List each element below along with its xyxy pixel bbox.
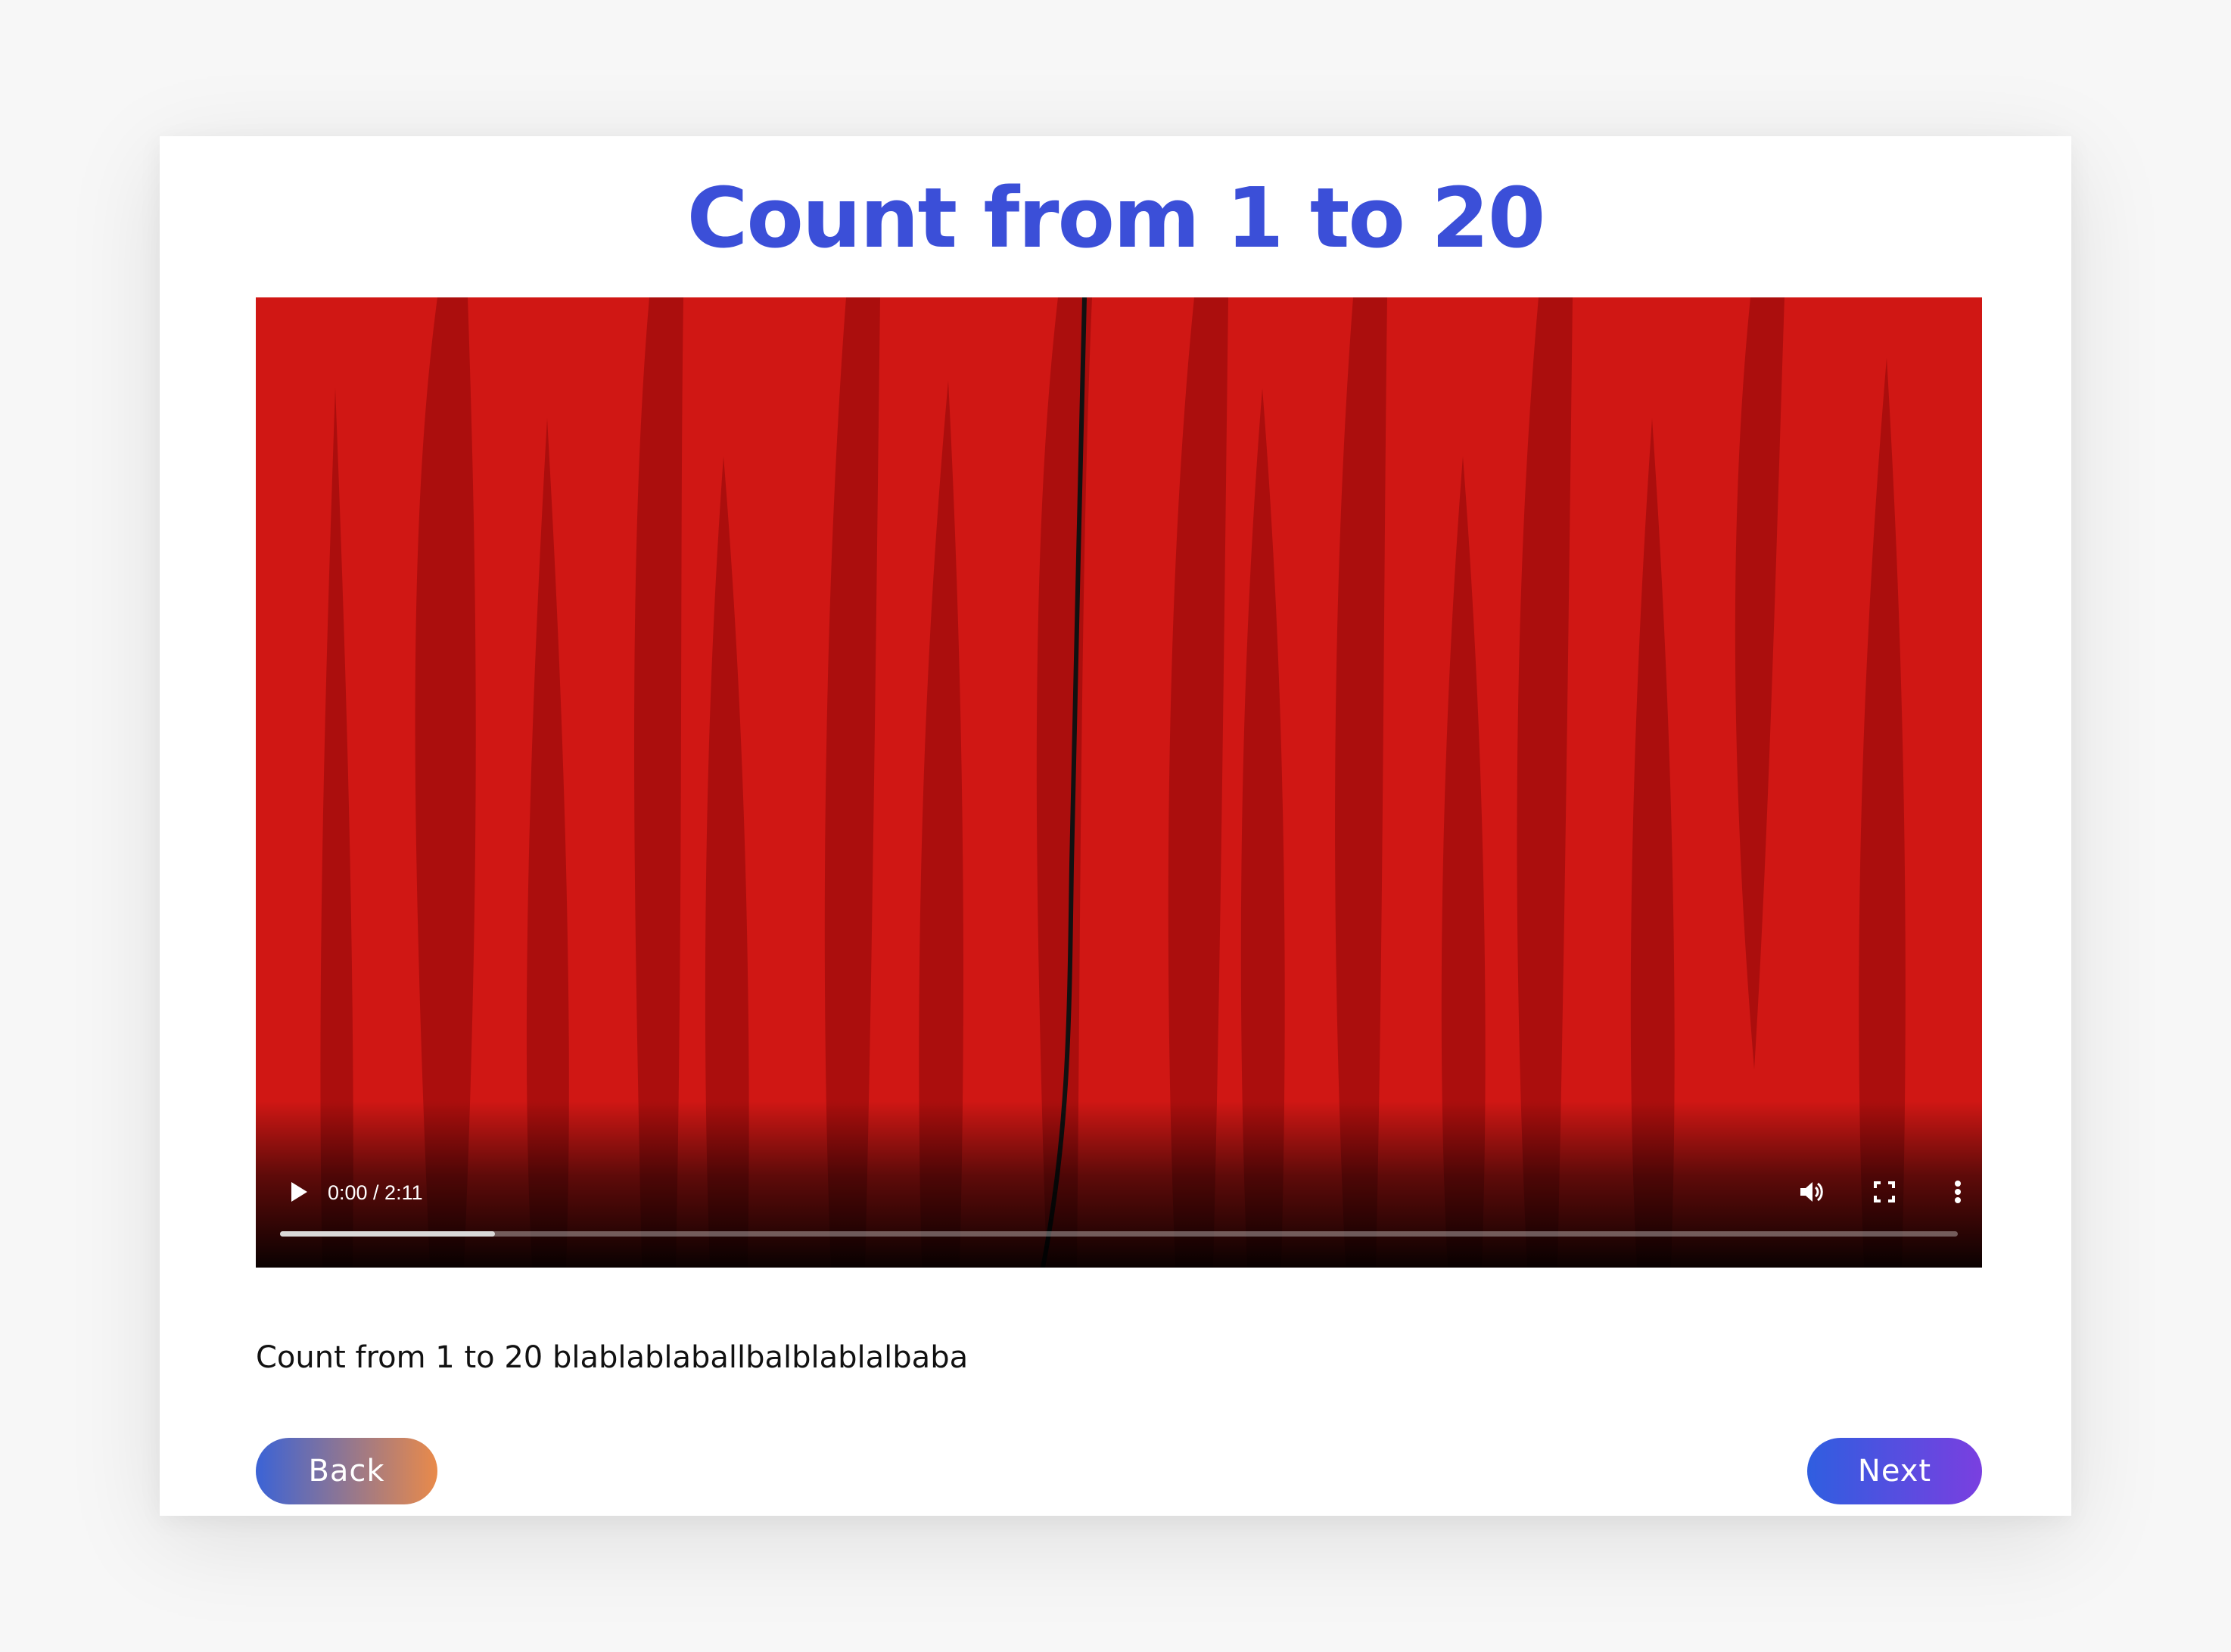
back-button[interactable]: Back	[256, 1438, 437, 1504]
buffered-progress	[280, 1231, 495, 1237]
play-button[interactable]	[278, 1171, 319, 1212]
lesson-card: Count from 1 to 20 0:00 / 2:11 Count fro…	[160, 136, 2071, 1516]
time-display: 0:00 / 2:11	[328, 1181, 423, 1204]
menu-button[interactable]	[1935, 1169, 1981, 1215]
volume-button[interactable]	[1789, 1169, 1834, 1215]
controls-overlay	[256, 1101, 1982, 1268]
volume-icon	[1800, 1182, 1823, 1202]
more-vert-icon	[1955, 1181, 1961, 1203]
video-player[interactable]: 0:00 / 2:11	[256, 297, 1982, 1268]
page-title: Count from 1 to 20	[686, 170, 1546, 266]
next-button[interactable]: Next	[1807, 1438, 1982, 1504]
play-icon	[291, 1182, 307, 1202]
lesson-description: Count from 1 to 20 blablablaballbalblabl…	[256, 1340, 969, 1375]
fullscreen-button[interactable]	[1862, 1169, 1907, 1215]
fullscreen-icon	[1874, 1181, 1895, 1202]
progress-bar[interactable]	[280, 1231, 1958, 1237]
